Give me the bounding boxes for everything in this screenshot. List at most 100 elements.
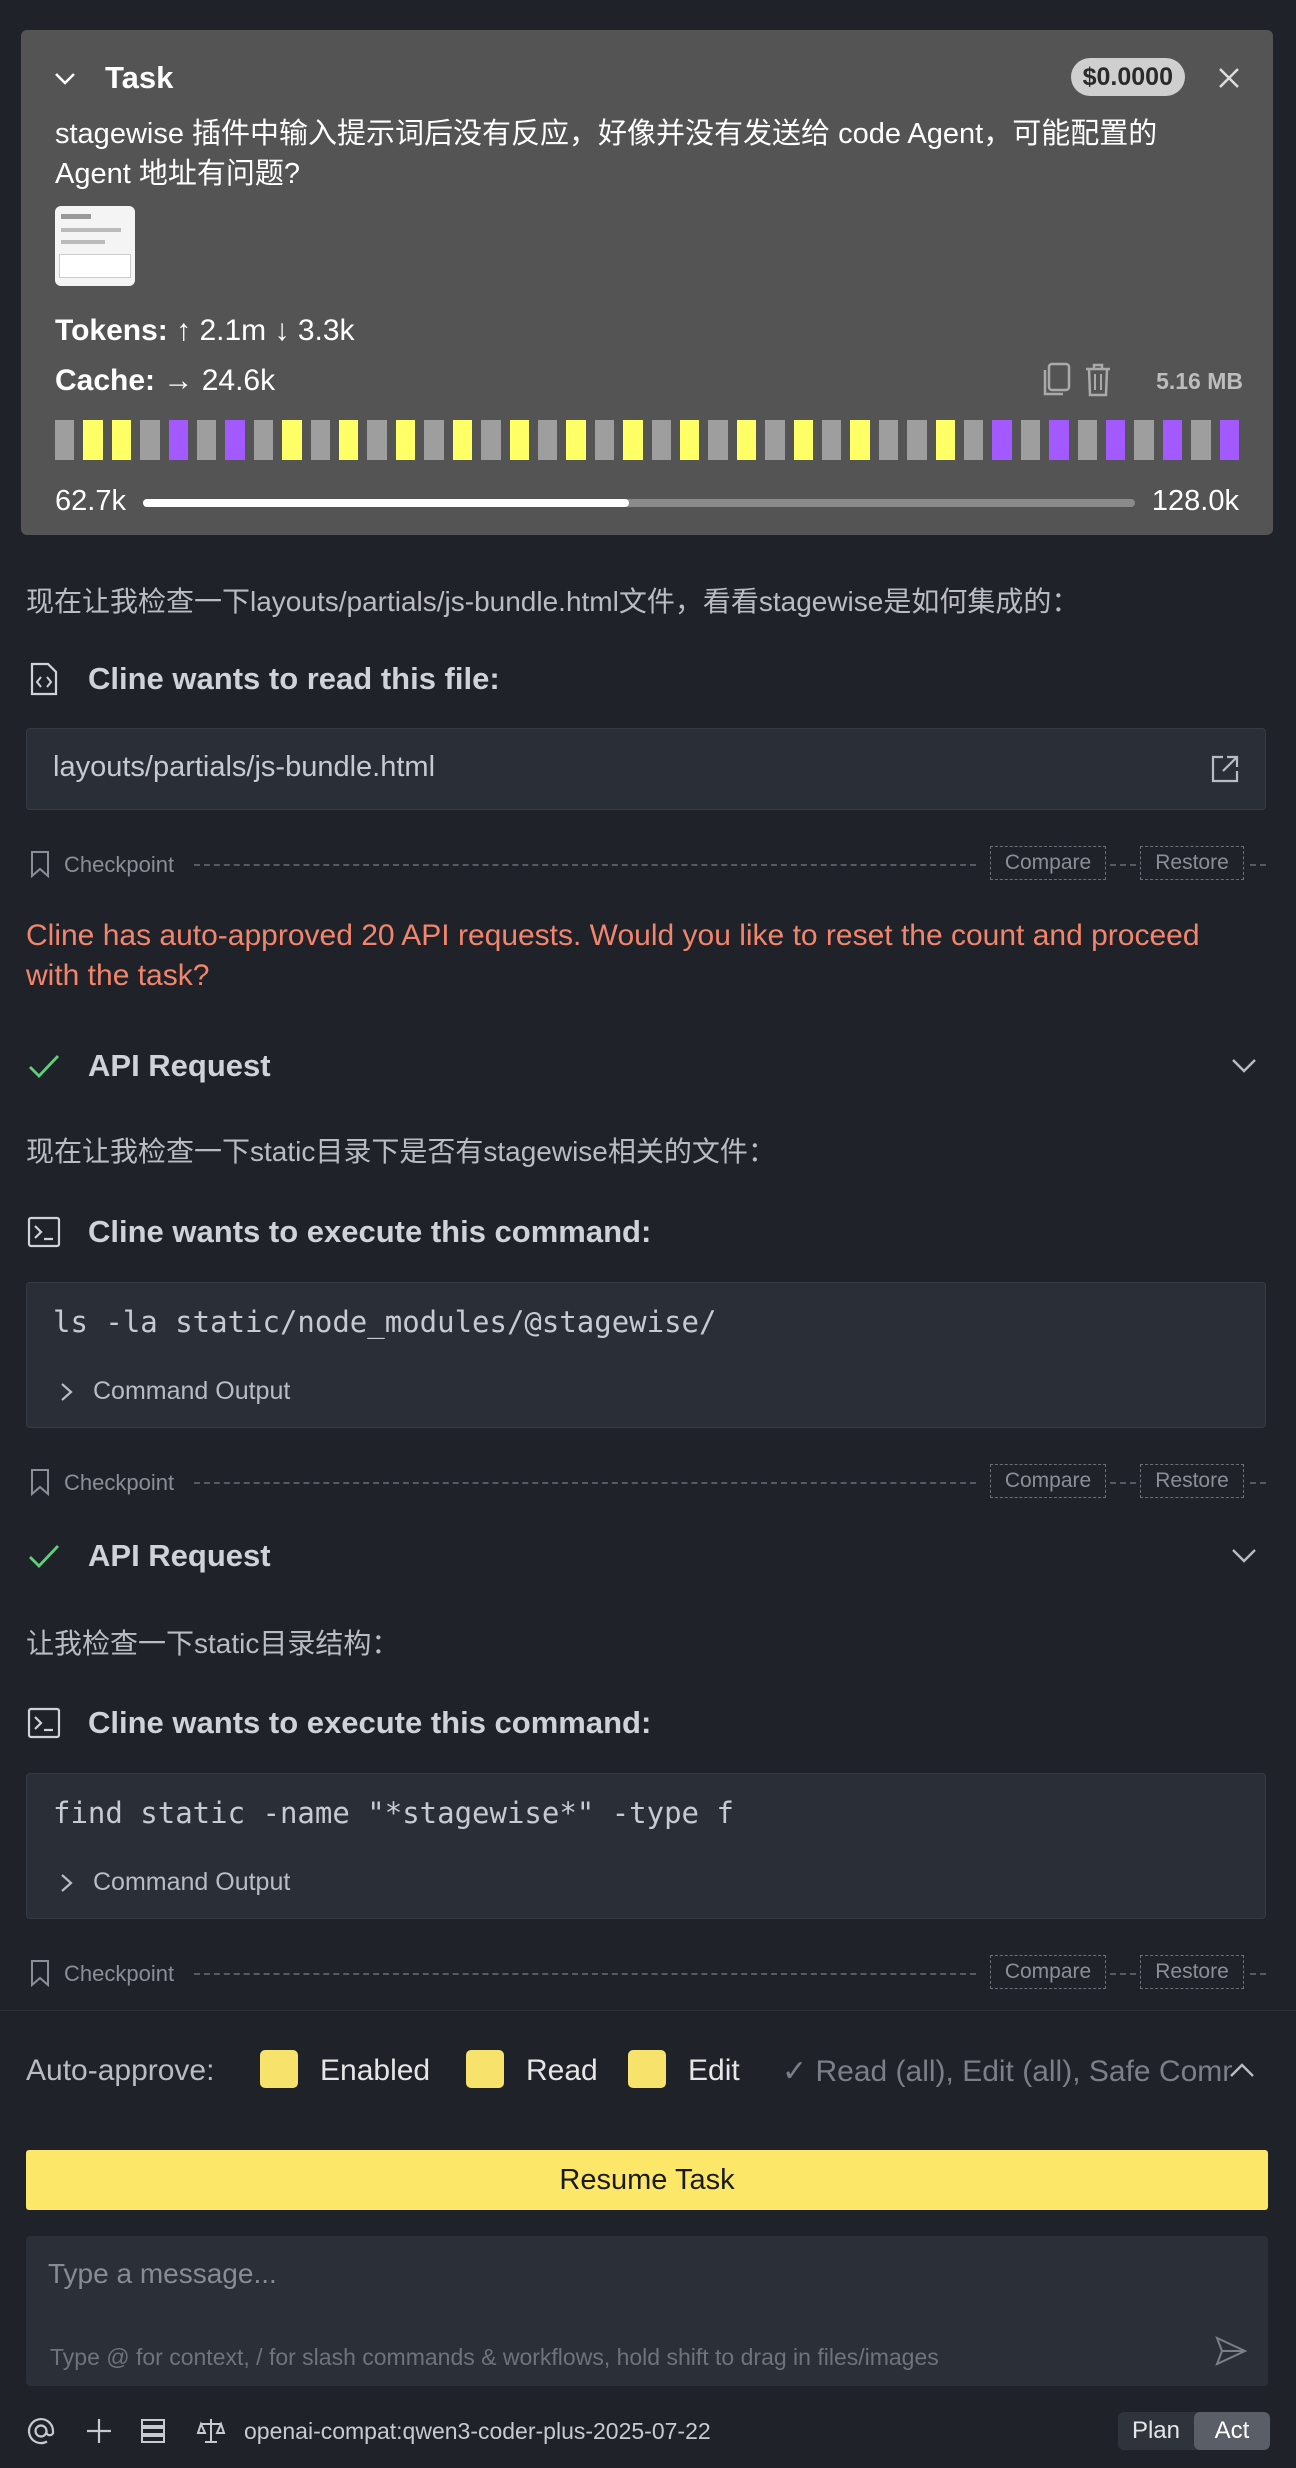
footer-toolbar: openai-compat:qwen3-coder-plus-2025-07-2… bbox=[26, 2412, 1270, 2452]
chevron-up-icon[interactable] bbox=[1228, 2058, 1256, 2082]
task-card: Task $0.0000 stagewise 插件中输入提示词后没有反应，好像并… bbox=[21, 30, 1273, 535]
context-block bbox=[253, 420, 274, 460]
context-block bbox=[1049, 420, 1069, 460]
checkpoint-row: Checkpoint Compare Restore bbox=[26, 1464, 1266, 1500]
execute-command-label: Cline wants to execute this command: bbox=[88, 1705, 652, 1740]
cache-row: Cache: → 24.6k bbox=[55, 364, 275, 398]
auto-approve-bar[interactable]: Auto-approve: Enabled Read Edit ✓ Read (… bbox=[26, 2046, 1266, 2094]
context-block bbox=[1020, 420, 1041, 460]
compare-button[interactable]: Compare bbox=[990, 1464, 1106, 1498]
tokens-down: ↓ 3.3k bbox=[274, 314, 355, 347]
close-icon[interactable] bbox=[1215, 64, 1243, 92]
context-block bbox=[310, 420, 331, 460]
checkpoint-row: Checkpoint Compare Restore bbox=[26, 1955, 1266, 1991]
cache-label: Cache: bbox=[55, 364, 156, 397]
context-block bbox=[765, 420, 785, 460]
checkpoint-label: Checkpoint bbox=[64, 1961, 175, 1986]
context-block bbox=[623, 420, 643, 460]
context-window-blocks bbox=[55, 420, 1240, 460]
context-block bbox=[878, 420, 899, 460]
command-box: find static -name "*stagewise*" -type f … bbox=[26, 1773, 1266, 1919]
check-icon bbox=[29, 1545, 60, 1569]
server-icon[interactable] bbox=[138, 2416, 168, 2446]
context-block bbox=[452, 420, 473, 460]
task-title: Task bbox=[105, 60, 174, 95]
context-block bbox=[850, 420, 870, 460]
plan-act-toggle[interactable]: Plan Act bbox=[1118, 2412, 1270, 2450]
auto-approve-label: Auto-approve: bbox=[26, 2054, 215, 2087]
send-icon[interactable] bbox=[1214, 2334, 1248, 2368]
assistant-message: 现在让我检查一下static目录下是否有stagewise相关的文件： bbox=[26, 1136, 776, 1167]
bookmark-icon bbox=[31, 851, 49, 878]
context-block bbox=[736, 420, 757, 460]
file-code-icon bbox=[30, 662, 58, 696]
chevron-right-icon bbox=[61, 1874, 73, 1892]
bookmark-icon bbox=[31, 1469, 49, 1496]
task-header[interactable]: Task $0.0000 bbox=[53, 58, 1243, 98]
terminal-icon bbox=[27, 1216, 61, 1248]
act-mode-button[interactable]: Act bbox=[1194, 2412, 1270, 2450]
plan-mode-button[interactable]: Plan bbox=[1118, 2412, 1194, 2450]
auto-approve-warning: Cline has auto-approved 20 API requests.… bbox=[26, 919, 1200, 992]
context-block bbox=[594, 420, 615, 460]
context-bar: 62.7k 128.0k bbox=[55, 485, 1239, 521]
scale-icon[interactable] bbox=[196, 2416, 226, 2446]
checkbox-box[interactable] bbox=[466, 2050, 504, 2088]
chevron-down-icon[interactable] bbox=[1230, 1054, 1258, 1078]
chevron-right-icon bbox=[61, 1383, 73, 1401]
command-output-label: Command Output bbox=[93, 1377, 291, 1405]
task-actions: 5.16 MB bbox=[983, 360, 1243, 400]
enabled-label: Enabled bbox=[320, 2054, 431, 2087]
message-input[interactable]: Type a message... Type @ for context, / … bbox=[26, 2236, 1268, 2386]
read-file-label: Cline wants to read this file: bbox=[88, 661, 500, 696]
resume-task-button[interactable]: Resume Task bbox=[26, 2150, 1268, 2210]
external-link-icon[interactable] bbox=[1209, 753, 1241, 785]
copy-icon[interactable] bbox=[1039, 362, 1073, 398]
context-block bbox=[282, 420, 302, 460]
context-block bbox=[651, 420, 671, 460]
plus-icon[interactable] bbox=[84, 2416, 114, 2446]
trash-icon[interactable] bbox=[1083, 362, 1113, 398]
context-block bbox=[1077, 420, 1098, 460]
context-fill bbox=[143, 499, 630, 507]
context-block bbox=[1162, 420, 1183, 460]
tokens-up: ↑ 2.1m bbox=[176, 314, 267, 347]
task-size: 5.16 MB bbox=[1156, 368, 1243, 394]
context-block bbox=[225, 420, 245, 460]
bookmark-icon bbox=[31, 1960, 49, 1987]
attached-image-thumbnail[interactable] bbox=[55, 206, 135, 286]
model-selector[interactable]: openai-compat:qwen3-coder-plus-2025-07-2… bbox=[244, 2418, 711, 2445]
auto-approve-summary: ✓ Read (all), Edit (all), Safe Commands bbox=[782, 2055, 1232, 2088]
restore-button[interactable]: Restore bbox=[1140, 1955, 1244, 1989]
restore-button[interactable]: Restore bbox=[1140, 846, 1244, 880]
read-label: Read bbox=[526, 2054, 598, 2087]
checkpoint-label: Checkpoint bbox=[64, 852, 175, 877]
cost-badge: $0.0000 bbox=[1070, 58, 1185, 96]
chevron-down-icon[interactable] bbox=[53, 66, 77, 90]
api-request-row[interactable]: API Request bbox=[26, 1534, 1266, 1578]
edit-label: Edit bbox=[688, 2054, 740, 2087]
context-block bbox=[395, 420, 416, 460]
assistant-message: 让我检查一下static目录结构： bbox=[26, 1628, 400, 1659]
context-block bbox=[111, 420, 132, 460]
at-mention-icon[interactable] bbox=[26, 2416, 56, 2446]
context-block bbox=[793, 420, 813, 460]
checkbox-box[interactable] bbox=[628, 2050, 666, 2088]
file-path: layouts/partials/js-bundle.html bbox=[53, 751, 436, 783]
context-block bbox=[1219, 420, 1240, 460]
context-block bbox=[509, 420, 529, 460]
chevron-down-icon[interactable] bbox=[1230, 1544, 1258, 1568]
compare-button[interactable]: Compare bbox=[990, 1955, 1106, 1989]
file-path-box[interactable]: layouts/partials/js-bundle.html bbox=[26, 728, 1266, 810]
context-block bbox=[83, 420, 103, 460]
divider bbox=[0, 2010, 1296, 2011]
checkbox-box[interactable] bbox=[260, 2050, 298, 2088]
context-block bbox=[992, 420, 1012, 460]
command-text: ls -la static/node_modules/@stagewise/ bbox=[53, 1305, 717, 1339]
execute-command-label: Cline wants to execute this command: bbox=[88, 1214, 652, 1249]
tokens-row: Tokens: ↑ 2.1m ↓ 3.3k bbox=[55, 314, 355, 348]
compare-button[interactable]: Compare bbox=[990, 846, 1106, 880]
api-request-label: API Request bbox=[88, 1538, 271, 1573]
api-request-row[interactable]: API Request bbox=[26, 1044, 1266, 1088]
restore-button[interactable]: Restore bbox=[1140, 1464, 1244, 1498]
